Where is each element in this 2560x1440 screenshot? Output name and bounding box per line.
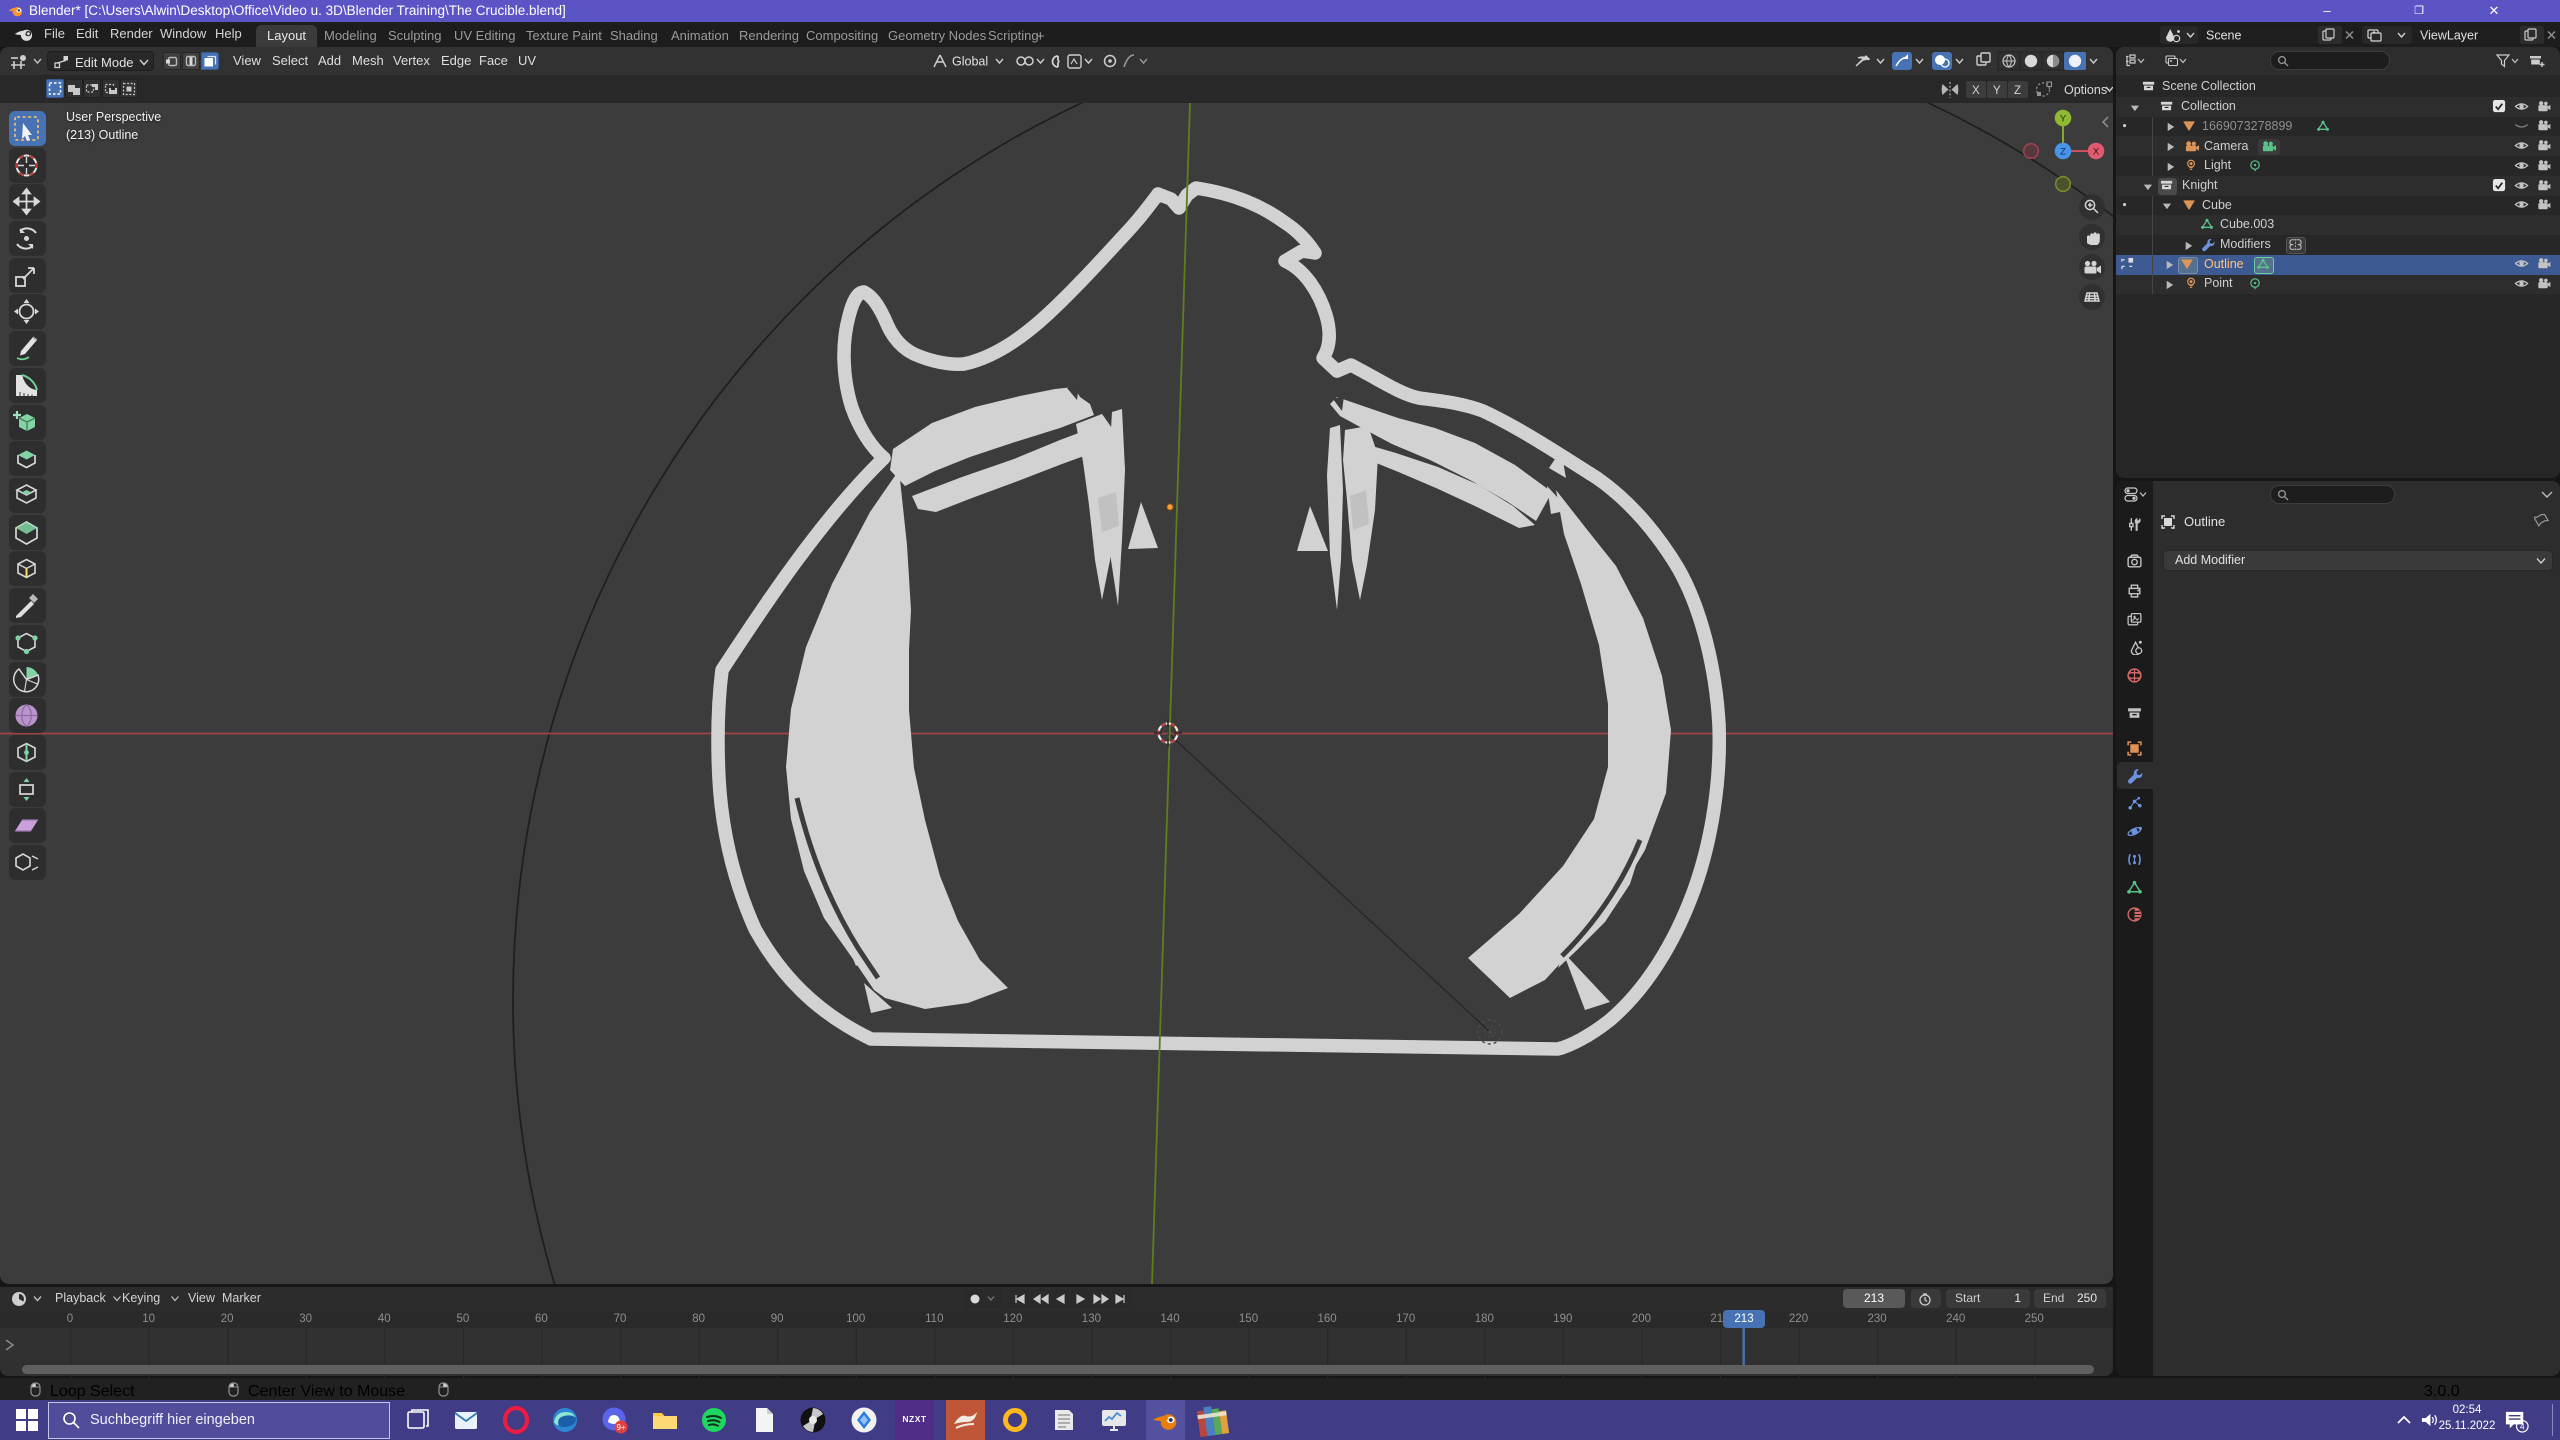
svg-text:Options: Options bbox=[2064, 83, 2107, 97]
svg-text:X: X bbox=[2093, 147, 2100, 158]
svg-text:Y: Y bbox=[1993, 85, 2001, 97]
svg-text:Z: Z bbox=[2060, 147, 2066, 158]
svg-text:X: X bbox=[1972, 85, 1980, 97]
svg-text:Global: Global bbox=[952, 55, 988, 69]
svg-text:Y: Y bbox=[2060, 114, 2067, 125]
svg-text:4: 4 bbox=[2520, 1422, 2525, 1432]
svg-text:Scene: Scene bbox=[2206, 29, 2241, 43]
svg-text:Z: Z bbox=[2014, 85, 2021, 97]
svg-text:9+: 9+ bbox=[616, 1423, 625, 1432]
svg-text:ViewLayer: ViewLayer bbox=[2420, 29, 2478, 43]
